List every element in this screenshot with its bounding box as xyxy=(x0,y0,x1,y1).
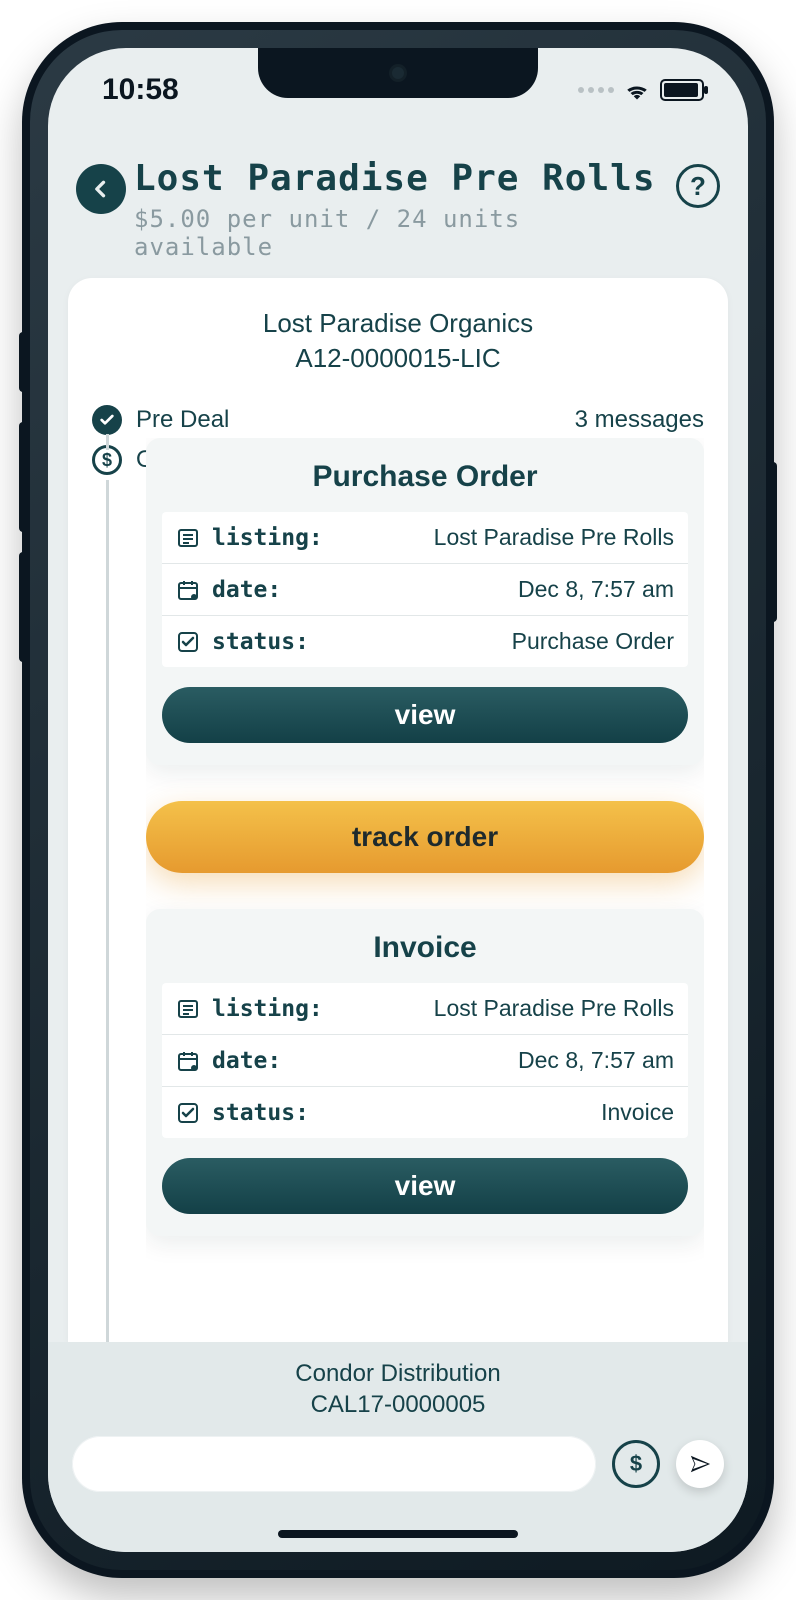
calendar-icon xyxy=(176,1049,200,1073)
po-row-status: status: Purchase Order xyxy=(162,616,688,667)
buyer-name: Condor Distribution xyxy=(72,1358,724,1389)
inv-view-button[interactable]: view xyxy=(162,1158,688,1214)
inv-listing-label: listing: xyxy=(212,996,323,1022)
buyer-license: CAL17-0000005 xyxy=(72,1389,724,1420)
checkbox-icon xyxy=(176,1101,200,1125)
inv-row-status: status: Invoice xyxy=(162,1087,688,1138)
page-title: Lost Paradise Pre Rolls xyxy=(134,158,668,199)
question-icon: ? xyxy=(690,171,706,202)
seller-license: A12-0000015-LIC xyxy=(68,341,728,376)
chevron-left-icon xyxy=(91,179,111,199)
po-listing-value: Lost Paradise Pre Rolls xyxy=(434,524,674,551)
po-status-label: status: xyxy=(212,629,309,655)
seller-name: Lost Paradise Organics xyxy=(68,306,728,341)
timeline-trail xyxy=(106,480,109,1342)
inv-row-date: date: Dec 8, 7:57 am xyxy=(162,1035,688,1087)
inv-date-value: Dec 8, 7:57 am xyxy=(518,1047,674,1074)
timeline-predeal-label: Pre Deal xyxy=(136,406,229,434)
message-input[interactable] xyxy=(72,1436,596,1492)
main-card: Lost Paradise Organics A12-0000015-LIC P… xyxy=(68,278,728,1342)
po-listing-label: listing: xyxy=(212,525,323,551)
track-order-button[interactable]: track order xyxy=(146,801,704,873)
inv-status-value: Invoice xyxy=(601,1099,674,1126)
purchase-order-title: Purchase Order xyxy=(146,460,704,494)
timeline-predeal-messages: 3 messages xyxy=(575,406,704,434)
back-button[interactable] xyxy=(76,164,126,214)
timeline-row-predeal[interactable]: Pre Deal 3 messages xyxy=(92,400,704,440)
page-header: Lost Paradise Pre Rolls $5.00 per unit /… xyxy=(48,158,748,261)
cell-signal-icon xyxy=(578,87,614,93)
check-circle-icon xyxy=(92,405,122,435)
dollar-icon: $ xyxy=(630,1451,642,1477)
battery-icon xyxy=(660,79,704,101)
side-button xyxy=(769,462,777,622)
inv-date-label: date: xyxy=(212,1048,281,1074)
calendar-icon xyxy=(176,578,200,602)
side-button xyxy=(19,422,27,532)
list-icon xyxy=(176,997,200,1021)
offer-money-button[interactable]: $ xyxy=(612,1440,660,1488)
page-subtitle: $5.00 per unit / 24 units available xyxy=(134,205,668,261)
status-bar: 10:58 xyxy=(48,48,748,132)
purchase-order-card: Purchase Order listing: Lost Paradise Pr… xyxy=(146,438,704,765)
po-date-value: Dec 8, 7:57 am xyxy=(518,576,674,603)
wifi-icon xyxy=(624,80,650,100)
help-button[interactable]: ? xyxy=(676,164,720,208)
screen: 10:58 Lost Paradise Pre Rolls $5.00 per … xyxy=(48,48,748,1552)
inv-status-label: status: xyxy=(212,1100,309,1126)
footer: Condor Distribution CAL17-0000005 $ xyxy=(48,1342,748,1552)
send-button[interactable] xyxy=(676,1440,724,1488)
po-status-value: Purchase Order xyxy=(512,628,674,655)
side-button xyxy=(19,332,27,392)
po-row-listing: listing: Lost Paradise Pre Rolls xyxy=(162,512,688,564)
phone-bezel: 10:58 Lost Paradise Pre Rolls $5.00 per … xyxy=(30,30,766,1570)
phone-frame: 10:58 Lost Paradise Pre Rolls $5.00 per … xyxy=(22,22,774,1578)
checkbox-icon xyxy=(176,630,200,654)
invoice-card: Invoice listing: Lost Paradise Pre Rolls xyxy=(146,909,704,1236)
timeline-connector xyxy=(106,434,109,450)
invoice-title: Invoice xyxy=(146,931,704,965)
po-date-label: date: xyxy=(212,577,281,603)
home-indicator[interactable] xyxy=(278,1530,518,1538)
po-row-date: date: Dec 8, 7:57 am xyxy=(162,564,688,616)
inv-row-listing: listing: Lost Paradise Pre Rolls xyxy=(162,983,688,1035)
po-view-button[interactable]: view xyxy=(162,687,688,743)
inv-listing-value: Lost Paradise Pre Rolls xyxy=(434,995,674,1022)
send-icon xyxy=(689,1453,711,1475)
status-time: 10:58 xyxy=(102,73,179,107)
side-button xyxy=(19,552,27,662)
list-icon xyxy=(176,526,200,550)
